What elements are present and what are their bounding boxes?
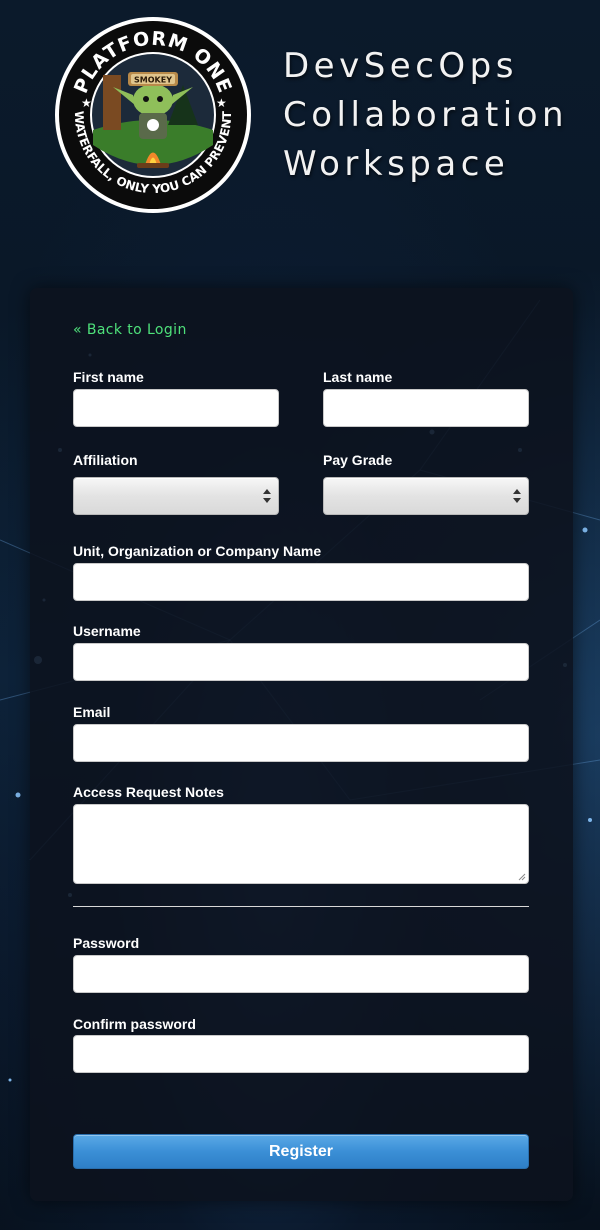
svg-text:SMOKEY: SMOKEY [134,76,172,85]
affiliation-select[interactable] [73,477,279,515]
first-name-input[interactable] [73,389,279,427]
confirm-password-input[interactable] [73,1035,529,1073]
last-name-label: Last name [323,369,393,385]
first-name-label: First name [73,369,144,385]
notes-label: Access Request Notes [73,784,224,800]
pay-grade-label: Pay Grade [323,452,393,468]
svg-text:★: ★ [81,96,92,110]
title-line: Collaboration [283,95,569,135]
password-label: Password [73,935,140,951]
register-button[interactable]: Register [73,1134,529,1169]
organization-input[interactable] [73,563,529,601]
svg-text:★: ★ [216,96,227,110]
back-to-login-link[interactable]: « Back to Login [73,322,187,338]
page-title: DevSecOps Collaboration Workspace [283,42,568,189]
title-line: Workspace [283,144,510,184]
affiliation-label: Affiliation [73,452,138,468]
email-label: Email [73,704,111,720]
select-arrows-icon [513,489,521,503]
notes-textarea[interactable] [73,804,529,884]
select-arrows-icon [263,489,271,503]
pay-grade-select[interactable] [323,477,529,515]
organization-label: Unit, Organization or Company Name [73,543,322,559]
confirm-password-label: Confirm password [73,1016,196,1032]
username-input[interactable] [73,643,529,681]
title-line: DevSecOps [283,46,518,86]
resize-grip-icon[interactable] [518,873,526,881]
username-label: Username [73,623,141,639]
platform-one-logo: SMOKEY ★ ★ PLATFORM ONE WATERFALL, ONLY … [53,15,253,215]
form-divider [73,906,529,907]
email-input[interactable] [73,724,529,762]
last-name-input[interactable] [323,389,529,427]
tree-icon [103,75,121,130]
password-input[interactable] [73,955,529,993]
